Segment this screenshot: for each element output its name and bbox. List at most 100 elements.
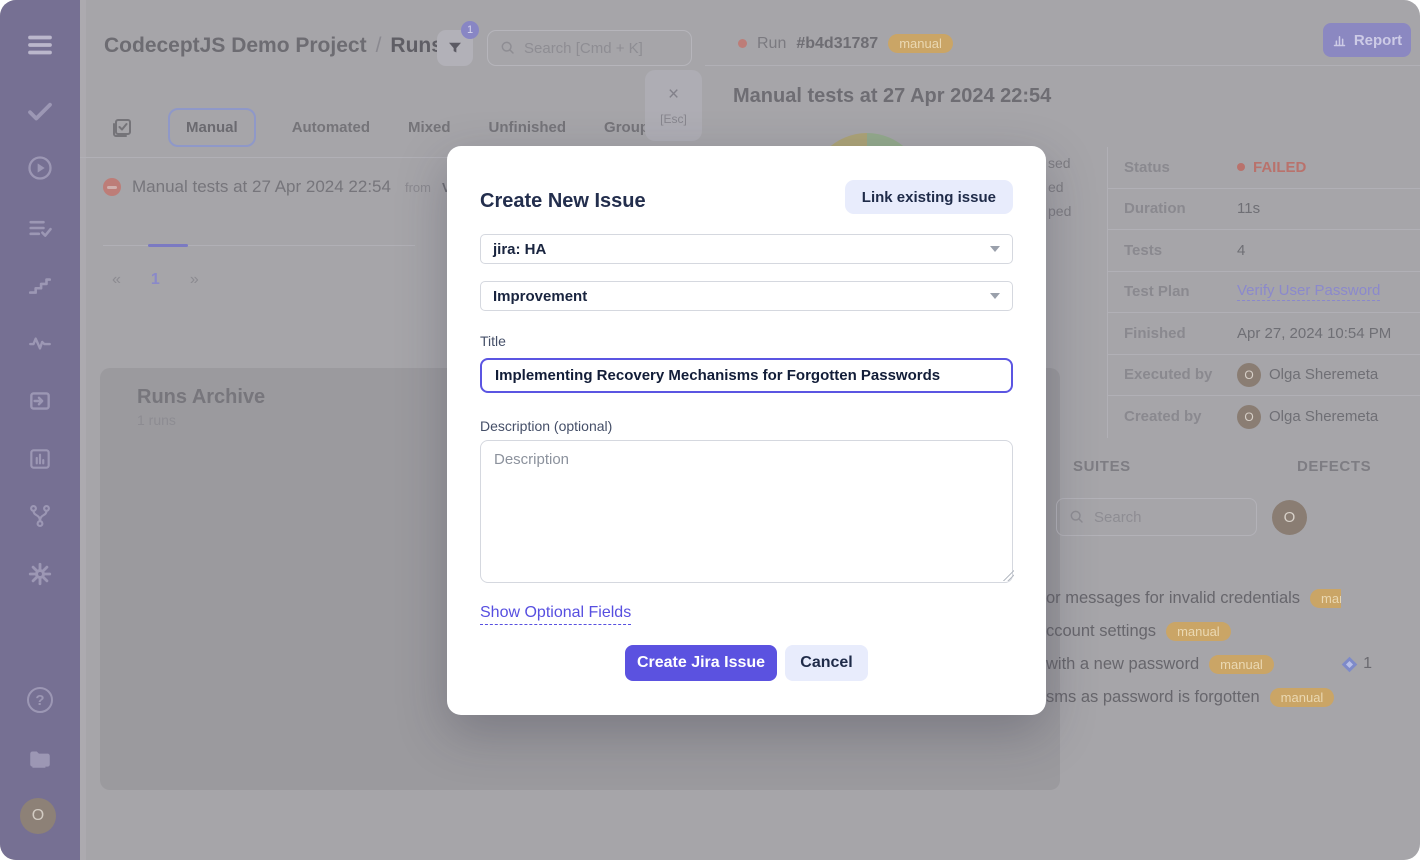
sidebar-avatar[interactable]: O xyxy=(20,798,56,834)
run-label: Run xyxy=(757,35,786,53)
jira-project-select[interactable]: jira: HA xyxy=(480,234,1013,264)
prev-page-button[interactable]: « xyxy=(112,271,121,289)
steps-icon[interactable] xyxy=(0,272,80,298)
sidebar: ? O xyxy=(0,0,80,860)
project-title: CodeceptJS Demo Project xyxy=(104,34,367,58)
folder-icon[interactable] xyxy=(0,745,80,771)
row-label: Status xyxy=(1124,159,1237,176)
close-icon: × xyxy=(668,85,679,104)
tests-count-value: 4 xyxy=(1237,242,1245,259)
row-label: Test Plan xyxy=(1124,283,1237,300)
sign-in-icon[interactable] xyxy=(0,388,80,414)
run-list-item[interactable]: Manual tests at 27 Apr 2024 22:54 from V… xyxy=(103,177,447,197)
table-row: Executed by O Olga Sheremeta xyxy=(1108,355,1420,397)
show-optional-fields-link[interactable]: Show Optional Fields xyxy=(480,604,631,625)
select-runs-icon[interactable] xyxy=(110,116,134,140)
run-type-badge: manual xyxy=(888,34,953,53)
table-row: Finished Apr 27, 2024 10:54 PM xyxy=(1108,313,1420,355)
create-issue-modal: Create New Issue Link existing issue jir… xyxy=(447,146,1046,715)
modal-title: Create New Issue xyxy=(480,190,646,213)
textarea-resize-handle[interactable] xyxy=(1003,570,1014,581)
table-row: Duration 11s xyxy=(1108,189,1420,231)
issue-description-textarea[interactable] xyxy=(480,440,1013,583)
issue-type-select[interactable]: Improvement xyxy=(480,281,1013,311)
avatar: O xyxy=(1237,363,1261,387)
table-row: Created by O Olga Sheremeta xyxy=(1108,396,1420,438)
test-row[interactable]: ccount settings manual xyxy=(1046,618,1420,644)
report-button[interactable]: Report xyxy=(1323,23,1411,57)
test-title: sms as password is forgotten xyxy=(1046,688,1260,707)
page-number[interactable]: 1 xyxy=(151,271,160,289)
section-title: Runs xyxy=(390,34,443,58)
test-row[interactable]: or messages for invalid credentials manu… xyxy=(1046,585,1420,611)
play-circle-icon[interactable] xyxy=(0,154,80,182)
avatar: O xyxy=(1237,405,1261,429)
branch-icon[interactable] xyxy=(0,503,80,529)
row-label: Executed by xyxy=(1124,366,1237,383)
next-page-button[interactable]: » xyxy=(190,271,199,289)
user-avatar[interactable]: O xyxy=(1272,500,1307,535)
menu-icon[interactable] xyxy=(0,30,80,60)
funnel-icon xyxy=(446,39,464,57)
test-title: or messages for invalid credentials xyxy=(1046,589,1300,608)
tab-manual[interactable]: Manual xyxy=(168,108,256,147)
tab-mixed[interactable]: Mixed xyxy=(406,110,453,145)
cancel-button[interactable]: Cancel xyxy=(785,645,868,681)
suites-search[interactable] xyxy=(1056,498,1257,536)
list-check-icon[interactable] xyxy=(0,214,80,242)
row-label: Duration xyxy=(1124,200,1237,217)
manual-badge: manual xyxy=(1310,589,1341,608)
run-details-table: Status FAILED Duration 11s Tests 4 Test … xyxy=(1107,147,1420,438)
chevron-down-icon xyxy=(990,246,1000,252)
run-item-from-label: from xyxy=(405,180,431,195)
report-label: Report xyxy=(1354,32,1402,49)
executed-by-value: Olga Sheremeta xyxy=(1269,366,1378,383)
tab-defects[interactable]: DEFECTS xyxy=(1297,458,1371,475)
legend-failed: ed xyxy=(1048,179,1064,195)
tab-unfinished[interactable]: Unfinished xyxy=(487,110,569,145)
manual-badge: manual xyxy=(1270,688,1335,707)
filter-count-badge: 1 xyxy=(461,21,479,39)
detail-header-divider xyxy=(705,65,1420,66)
close-modal-button[interactable]: × [Esc] xyxy=(645,70,702,141)
gear-icon[interactable] xyxy=(0,561,80,587)
global-search[interactable] xyxy=(487,30,692,66)
title-field-label: Title xyxy=(480,333,506,349)
defect-count: 1 xyxy=(1363,655,1372,673)
link-existing-issue-button[interactable]: Link existing issue xyxy=(845,180,1013,214)
run-status-dot xyxy=(738,39,747,48)
breadcrumb-separator: / xyxy=(376,34,382,58)
tab-suites[interactable]: SUITES xyxy=(1073,458,1131,475)
failed-dot-icon xyxy=(1237,163,1245,171)
created-by-value: Olga Sheremeta xyxy=(1269,408,1378,425)
scrollbar[interactable] xyxy=(80,0,86,860)
test-row[interactable]: with a new password manual 1 xyxy=(1046,651,1420,677)
bar-chart-icon[interactable] xyxy=(0,446,80,472)
test-plan-link[interactable]: Verify User Password xyxy=(1237,282,1380,301)
create-jira-issue-button[interactable]: Create Jira Issue xyxy=(625,645,777,681)
failed-status-icon xyxy=(103,178,121,196)
jira-project-value: jira: HA xyxy=(493,241,546,258)
table-row: Status FAILED xyxy=(1108,147,1420,189)
help-glyph: ? xyxy=(27,687,53,713)
run-tabs: Manual Automated Mixed Unfinished Groups xyxy=(110,108,659,147)
legend-stopped: ped xyxy=(1048,203,1071,219)
duration-value: 11s xyxy=(1237,200,1260,217)
test-title: with a new password xyxy=(1046,655,1199,674)
search-icon xyxy=(1069,509,1085,525)
row-label: Created by xyxy=(1124,408,1237,425)
row-label: Finished xyxy=(1124,325,1237,342)
activity-icon[interactable] xyxy=(0,330,80,356)
search-icon xyxy=(500,40,516,56)
tab-automated[interactable]: Automated xyxy=(290,110,372,145)
test-row[interactable]: sms as password is forgotten manual xyxy=(1046,684,1420,710)
issue-title-input[interactable] xyxy=(480,358,1013,393)
app-window: ? O CodeceptJS Demo Project / Runs 1 Run… xyxy=(0,0,1420,860)
breadcrumb: CodeceptJS Demo Project / Runs xyxy=(104,34,443,58)
suites-search-input[interactable] xyxy=(1094,509,1224,526)
pagination: « 1 » xyxy=(112,271,199,289)
check-icon[interactable] xyxy=(0,96,80,126)
help-icon[interactable]: ? xyxy=(0,687,80,713)
global-search-input[interactable] xyxy=(524,40,664,57)
test-title: ccount settings xyxy=(1046,622,1156,641)
